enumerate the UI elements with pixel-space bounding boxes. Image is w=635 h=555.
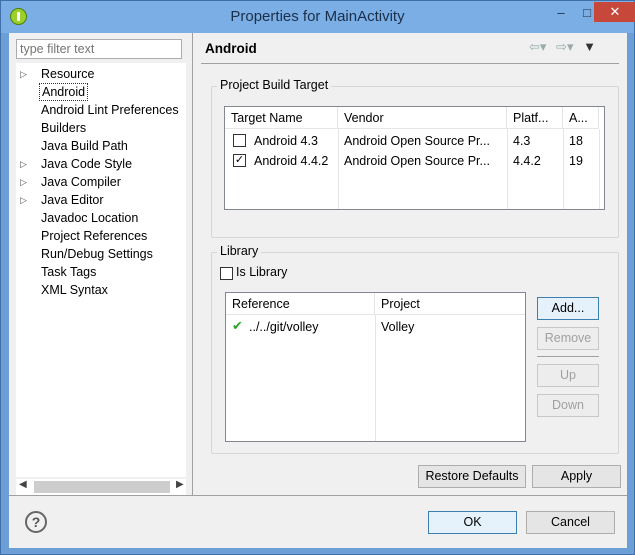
sidebar-item-label: Android: [39, 83, 89, 101]
target-name-cell: Android 4.3: [254, 134, 318, 148]
vendor-cell: Android Open Source Pr...: [344, 134, 490, 148]
sidebar-item-label: Java Code Style: [41, 157, 133, 171]
is-library-label: Is Library: [236, 265, 288, 279]
sidebar-item-label: Javadoc Location: [41, 211, 139, 225]
minimize-button[interactable]: –: [548, 2, 574, 22]
forward-arrow-icon[interactable]: ⇨▾: [556, 39, 573, 54]
remove-library-button[interactable]: Remove: [537, 327, 599, 350]
header-separator: [201, 63, 619, 64]
api-cell: 18: [569, 134, 583, 148]
sidebar-item-label: Project References: [41, 229, 148, 243]
window-title: Properties for MainActivity: [230, 8, 405, 25]
resolved-check-icon: ✔: [232, 318, 243, 333]
close-button[interactable]: ✕: [594, 2, 635, 22]
target-checkbox[interactable]: ✓: [233, 154, 246, 167]
platform-cell: 4.3: [513, 134, 531, 148]
expand-arrow-icon[interactable]: ▷: [20, 65, 30, 83]
target-name-cell: Android 4.4.2: [254, 154, 329, 168]
page-nav-arrows: ⇦▾ ⇨▾ ▼: [529, 39, 602, 55]
cancel-button[interactable]: Cancel: [526, 511, 615, 534]
vendor-cell: Android Open Source Pr...: [344, 154, 490, 168]
expand-arrow-icon[interactable]: ▷: [20, 173, 30, 191]
sidebar-item-label: Run/Debug Settings: [41, 247, 153, 261]
scroll-thumb[interactable]: [34, 481, 170, 493]
restore-defaults-button[interactable]: Restore Defaults: [418, 465, 526, 488]
ok-button[interactable]: OK: [428, 511, 517, 534]
nav-horizontal-scrollbar[interactable]: ◀ ▶: [16, 479, 186, 495]
build-target-group-title: Project Build Target: [217, 78, 332, 92]
apply-button[interactable]: Apply: [532, 465, 621, 488]
column-header-target-name[interactable]: Target Name: [225, 107, 338, 129]
library-table[interactable]: Reference Project ✔ ../../git/volley Vol…: [225, 292, 526, 442]
dialog-window: Properties for MainActivity – □ ✕ ▷ Resou…: [0, 0, 635, 555]
sidebar-item-label: Task Tags: [41, 265, 97, 279]
page-title: Android: [205, 41, 257, 56]
filter-input[interactable]: [16, 39, 182, 59]
view-menu-icon[interactable]: ▼: [583, 39, 596, 54]
sidebar-item-label: Java Build Path: [41, 139, 128, 153]
column-header-project[interactable]: Project: [375, 293, 525, 315]
reference-cell: ../../git/volley: [249, 320, 319, 334]
api-cell: 19: [569, 154, 583, 168]
button-separator: [537, 356, 599, 357]
table-row[interactable]: ✔ ../../git/volley Volley: [226, 317, 525, 337]
page-pane: Android ⇦▾ ⇨▾ ▼ Project Build Target Tar…: [193, 33, 627, 495]
dialog-client: ▷ Resource Android Android Lint Preferences…: [9, 33, 627, 548]
sidebar-item-label: Java Editor: [41, 193, 104, 207]
target-checkbox[interactable]: [233, 134, 246, 147]
sidebar-item-label: Android Lint Preferences: [41, 103, 179, 117]
nav-pane: ▷ Resource Android Android Lint Preferences…: [9, 33, 191, 495]
help-icon[interactable]: ?: [25, 511, 47, 533]
footer-separator: [9, 495, 627, 496]
sidebar-item-label: Resource: [41, 67, 95, 81]
column-header-vendor[interactable]: Vendor: [338, 107, 507, 129]
nav-tree: ▷ Resource Android Android Lint Preferences…: [16, 63, 186, 477]
title-bar[interactable]: Properties for MainActivity – □ ✕: [1, 1, 635, 33]
move-down-button[interactable]: Down: [537, 394, 599, 417]
column-header-platform[interactable]: Platf...: [507, 107, 563, 129]
scroll-right-icon[interactable]: ▶: [176, 479, 184, 490]
table-row[interactable]: Android 4.3 Android Open Source Pr... 4.…: [225, 131, 604, 151]
column-header-api[interactable]: A...: [563, 107, 599, 129]
sidebar-item-label: XML Syntax: [41, 283, 108, 297]
build-target-table[interactable]: Target Name Vendor Platf... A... Android…: [224, 106, 605, 210]
build-target-group: Project Build Target Target Name Vendor …: [211, 78, 619, 238]
library-group-title: Library: [217, 244, 262, 258]
scroll-left-icon[interactable]: ◀: [19, 479, 27, 490]
expand-arrow-icon[interactable]: ▷: [20, 191, 30, 209]
is-library-checkbox[interactable]: [220, 267, 233, 280]
platform-cell: 4.4.2: [513, 154, 541, 168]
back-arrow-icon[interactable]: ⇦▾: [529, 39, 546, 54]
project-cell: Volley: [381, 320, 415, 334]
expand-arrow-icon[interactable]: ▷: [20, 155, 30, 173]
sidebar-item-label: Java Compiler: [41, 175, 121, 189]
sidebar-item-label: Builders: [41, 121, 87, 135]
move-up-button[interactable]: Up: [537, 364, 599, 387]
column-header-reference[interactable]: Reference: [226, 293, 375, 315]
library-group: Library Is Library Reference Project ✔ .…: [211, 244, 619, 454]
table-row[interactable]: ✓ Android 4.4.2 Android Open Source Pr..…: [225, 151, 604, 171]
add-library-button[interactable]: Add...: [537, 297, 599, 320]
